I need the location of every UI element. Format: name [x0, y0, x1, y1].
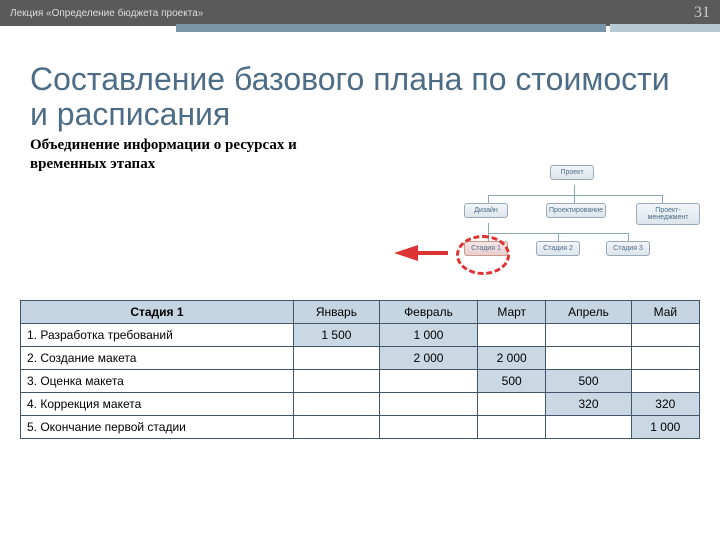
cost-cell: 500	[546, 370, 631, 393]
cost-cell	[478, 416, 546, 439]
cost-cell: 2 000	[379, 347, 477, 370]
cost-cell	[293, 347, 379, 370]
org-node-engineering: Проектирование	[546, 203, 606, 218]
cost-cell: 1 500	[293, 324, 379, 347]
cost-cell	[546, 347, 631, 370]
slide-subtitle: Объединение информации о ресурсах и врем…	[30, 136, 350, 174]
cost-cell: 1 000	[631, 416, 699, 439]
org-node-design: Дизайн	[464, 203, 508, 218]
cost-cell	[478, 393, 546, 416]
cost-cell	[379, 370, 477, 393]
accent-divider	[0, 24, 720, 32]
col-stage: Стадия 1	[21, 301, 294, 324]
org-node-stage1: Стадия 1	[464, 241, 508, 256]
cost-cell	[478, 324, 546, 347]
page-number: 31	[694, 4, 710, 22]
col-month: Январь	[293, 301, 379, 324]
row-label: 3. Оценка макета	[21, 370, 294, 393]
cost-cell	[546, 416, 631, 439]
org-node-stage2: Стадия 2	[536, 241, 580, 256]
cost-table-body: 1. Разработка требований1 5001 0002. Соз…	[21, 324, 700, 439]
col-month: Март	[478, 301, 546, 324]
cost-cell	[293, 370, 379, 393]
cost-cell	[631, 347, 699, 370]
cost-cell: 1 000	[379, 324, 477, 347]
cost-cell	[631, 370, 699, 393]
cost-cell: 320	[631, 393, 699, 416]
cost-cell	[379, 393, 477, 416]
cost-table: Стадия 1 Январь Февраль Март Апрель Май …	[20, 300, 700, 439]
org-root: Проект	[550, 165, 594, 180]
cost-cell: 320	[546, 393, 631, 416]
row-label: 5. Окончание первой стадии	[21, 416, 294, 439]
row-label: 2. Создание макета	[21, 347, 294, 370]
col-month: Февраль	[379, 301, 477, 324]
cost-cell	[379, 416, 477, 439]
arrow-icon	[394, 245, 418, 261]
cost-cell: 500	[478, 370, 546, 393]
lecture-title: Лекция «Определение бюджета проекта»	[10, 8, 203, 19]
row-label: 4. Коррекция макета	[21, 393, 294, 416]
row-label: 1. Разработка требований	[21, 324, 294, 347]
cost-cell	[293, 393, 379, 416]
slide-title: Составление базового плана по стоимости …	[30, 62, 690, 132]
cost-cell	[293, 416, 379, 439]
col-month: Май	[631, 301, 699, 324]
org-node-stage3: Стадия 3	[606, 241, 650, 256]
col-month: Апрель	[546, 301, 631, 324]
org-node-pm: Проект-менеджмент	[636, 203, 700, 225]
org-chart: Проект Дизайн Проектирование Проект-мене…	[450, 165, 700, 285]
header-bar: Лекция «Определение бюджета проекта» 31	[0, 0, 720, 26]
cost-cell	[546, 324, 631, 347]
cost-cell: 2 000	[478, 347, 546, 370]
cost-cell	[631, 324, 699, 347]
